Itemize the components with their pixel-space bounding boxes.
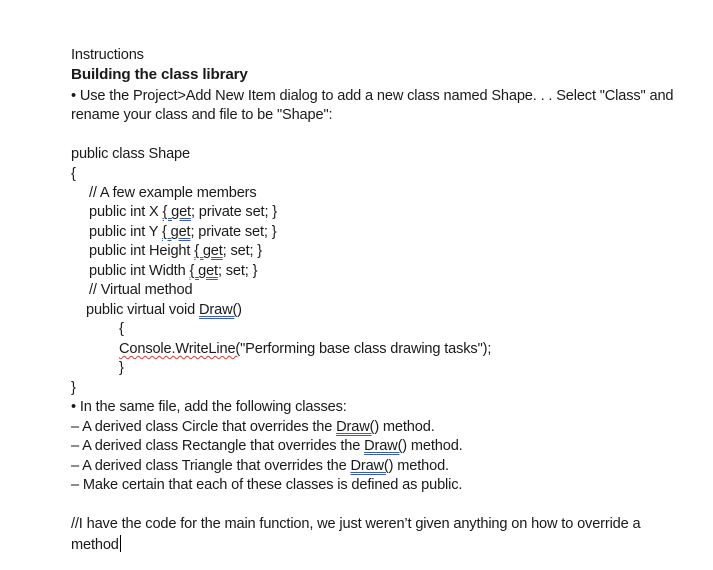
grammar-flag[interactable]: Draw( <box>199 302 237 318</box>
code-text: "Performing base class drawing tasks"); <box>240 341 492 357</box>
code-property-height: public int Height { get; set; } <box>89 242 262 261</box>
derived-circle-line: – A derived class Circle that overrides … <box>71 418 435 437</box>
grammar-flag[interactable]: Draw( <box>350 458 388 474</box>
public-requirement-line: – Make certain that each of these classe… <box>71 477 463 493</box>
code-method-open-brace: { <box>119 321 124 337</box>
code-class-declaration: public class Shape <box>71 146 190 162</box>
intro-text-line-1: • Use the Project>Add New Item dialog to… <box>71 88 674 104</box>
body-text: – A derived class Rectangle that overrid… <box>71 438 365 454</box>
code-text: public int Width <box>89 263 190 279</box>
note-line-1: //I have the code for the main function,… <box>71 516 641 532</box>
document-page[interactable]: Instructions Building the class library … <box>0 0 713 570</box>
code-method-close-brace: } <box>119 360 124 376</box>
body-text: – A derived class Circle that overrides … <box>71 419 337 435</box>
grammar-flag[interactable]: { get <box>194 243 223 259</box>
code-property-width: public int Width { get; set; } <box>89 262 257 281</box>
code-text: ; private set; } <box>190 224 277 240</box>
code-text: ) <box>237 302 242 318</box>
code-text: public int Height <box>89 243 195 259</box>
derived-rectangle-line: – A derived class Rectangle that overrid… <box>71 437 463 456</box>
same-file-text: • In the same file, add the following cl… <box>71 399 347 415</box>
grammar-flag[interactable]: { get <box>162 224 191 240</box>
grammar-flag[interactable]: { get <box>189 263 218 279</box>
text-cursor <box>119 535 121 552</box>
code-text: public virtual void <box>86 302 199 318</box>
code-text: ; private set; } <box>190 204 277 220</box>
code-text: public int X <box>89 204 163 220</box>
spelling-flag[interactable]: Console.WriteLine( <box>119 341 240 357</box>
note-line-2: method <box>71 535 121 555</box>
code-method-declaration: public virtual void Draw() <box>86 301 242 320</box>
body-text: ) method. <box>388 458 449 474</box>
body-text: ) method. <box>402 438 463 454</box>
code-text: public int Y <box>89 224 162 240</box>
code-method-body: Console.WriteLine("Performing base class… <box>119 340 491 359</box>
code-comment-virtual: // Virtual method <box>89 282 193 298</box>
code-comment-members: // A few example members <box>89 185 257 201</box>
intro-text-line-2: rename your class and file to be "Shape"… <box>71 107 333 123</box>
code-property-y: public int Y { get; private set; } <box>89 223 277 242</box>
section-heading: Building the class library <box>71 66 248 83</box>
body-text: method <box>71 537 119 553</box>
code-text: ; set; } <box>217 263 258 279</box>
body-text: – A derived class Triangle that override… <box>71 458 351 474</box>
grammar-flag[interactable]: Draw( <box>364 438 402 454</box>
code-class-close-brace: } <box>71 380 76 396</box>
instructions-label: Instructions <box>71 47 144 63</box>
grammar-flag[interactable]: { get <box>163 204 192 220</box>
body-text: ) method. <box>374 419 435 435</box>
grammar-flag[interactable]: Draw( <box>336 419 374 435</box>
code-property-x: public int X { get; private set; } <box>89 203 277 222</box>
code-open-brace: { <box>71 166 76 182</box>
code-text: ; set; } <box>222 243 263 259</box>
derived-triangle-line: – A derived class Triangle that override… <box>71 457 449 476</box>
